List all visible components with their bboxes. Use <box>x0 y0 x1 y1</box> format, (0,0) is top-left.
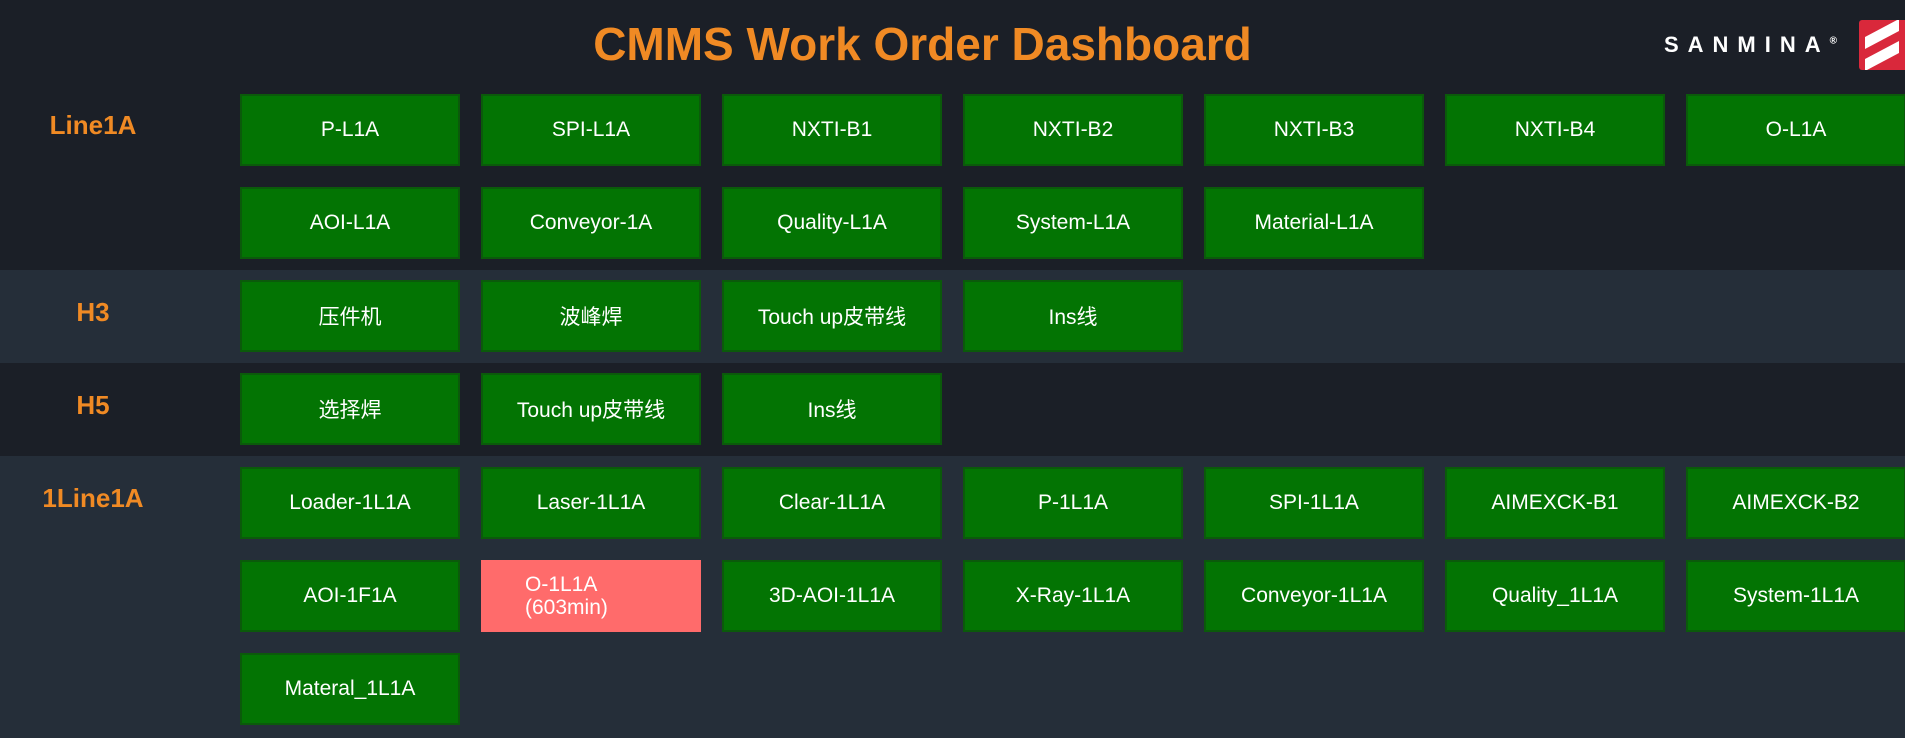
line-section-1line1a: 1Line1A Loader-1L1A Laser-1L1A Clear-1L1… <box>0 456 1905 738</box>
line-label: 1Line1A <box>42 483 144 513</box>
equipment-tile[interactable]: Touch up皮带线 <box>722 280 942 352</box>
equipment-tile[interactable]: AOI-1F1A <box>240 560 460 632</box>
alert-tile-name: O-1L1A <box>525 573 598 596</box>
equipment-tile[interactable]: Touch up皮带线 <box>481 373 701 445</box>
sanmina-logo: SANMINA® <box>1664 20 1905 70</box>
equipment-tile[interactable]: Ins线 <box>722 373 942 445</box>
line-label: Line1A <box>49 110 137 140</box>
equipment-tile[interactable]: Laser-1L1A <box>481 467 701 539</box>
page-title: CMMS Work Order Dashboard <box>593 18 1252 70</box>
equipment-tile-alert[interactable]: O-1L1A (603min) <box>481 560 701 632</box>
line-section-h5: H5 选择焊 Touch up皮带线 Ins线 <box>0 363 1905 456</box>
equipment-tile[interactable]: Conveyor-1A <box>481 187 701 259</box>
equipment-tile[interactable]: Clear-1L1A <box>722 467 942 539</box>
equipment-tile[interactable]: NXTI-B4 <box>1445 94 1665 166</box>
equipment-tile[interactable]: Quality-L1A <box>722 187 942 259</box>
equipment-tile[interactable]: NXTI-B2 <box>963 94 1183 166</box>
equipment-tile[interactable]: 波峰焊 <box>481 280 701 352</box>
equipment-tile[interactable]: Ins线 <box>963 280 1183 352</box>
equipment-tile[interactable]: Material-L1A <box>1204 187 1424 259</box>
equipment-tile[interactable]: 3D-AOI-1L1A <box>722 560 942 632</box>
equipment-tile[interactable]: X-Ray-1L1A <box>963 560 1183 632</box>
equipment-tile[interactable]: P-L1A <box>240 94 460 166</box>
equipment-tile[interactable]: 压件机 <box>240 280 460 352</box>
equipment-tile[interactable]: System-1L1A <box>1686 560 1905 632</box>
dashboard-header: CMMS Work Order Dashboard SANMINA® <box>0 0 1905 84</box>
equipment-tile[interactable]: O-L1A <box>1686 94 1905 166</box>
logo-text: SANMINA <box>1663 32 1830 57</box>
equipment-tile[interactable]: SPI-L1A <box>481 94 701 166</box>
line-section-h3: H3 压件机 波峰焊 Touch up皮带线 Ins线 <box>0 270 1905 363</box>
equipment-tile[interactable]: Quality_1L1A <box>1445 560 1665 632</box>
equipment-tile[interactable]: System-L1A <box>963 187 1183 259</box>
line-section-line1a: Line1A P-L1A SPI-L1A NXTI-B1 NXTI-B2 NXT… <box>0 84 1905 270</box>
sanmina-logo-icon <box>1859 20 1905 70</box>
line-label: H5 <box>76 390 110 420</box>
equipment-tile[interactable]: 选择焊 <box>240 373 460 445</box>
equipment-tile[interactable]: AIMEXCK-B2 <box>1686 467 1905 539</box>
line-label: H3 <box>76 297 110 327</box>
equipment-tile[interactable]: Conveyor-1L1A <box>1204 560 1424 632</box>
equipment-tile[interactable]: AOI-L1A <box>240 187 460 259</box>
equipment-tile[interactable]: SPI-1L1A <box>1204 467 1424 539</box>
equipment-tile[interactable]: NXTI-B1 <box>722 94 942 166</box>
equipment-tile[interactable]: Loader-1L1A <box>240 467 460 539</box>
equipment-tile[interactable]: P-1L1A <box>963 467 1183 539</box>
logo-registered-mark: ® <box>1829 35 1837 47</box>
equipment-tile[interactable]: NXTI-B3 <box>1204 94 1424 166</box>
equipment-tile[interactable]: Materal_1L1A <box>240 653 460 725</box>
alert-tile-duration: (603min) <box>525 596 608 619</box>
equipment-tile[interactable]: AIMEXCK-B1 <box>1445 467 1665 539</box>
